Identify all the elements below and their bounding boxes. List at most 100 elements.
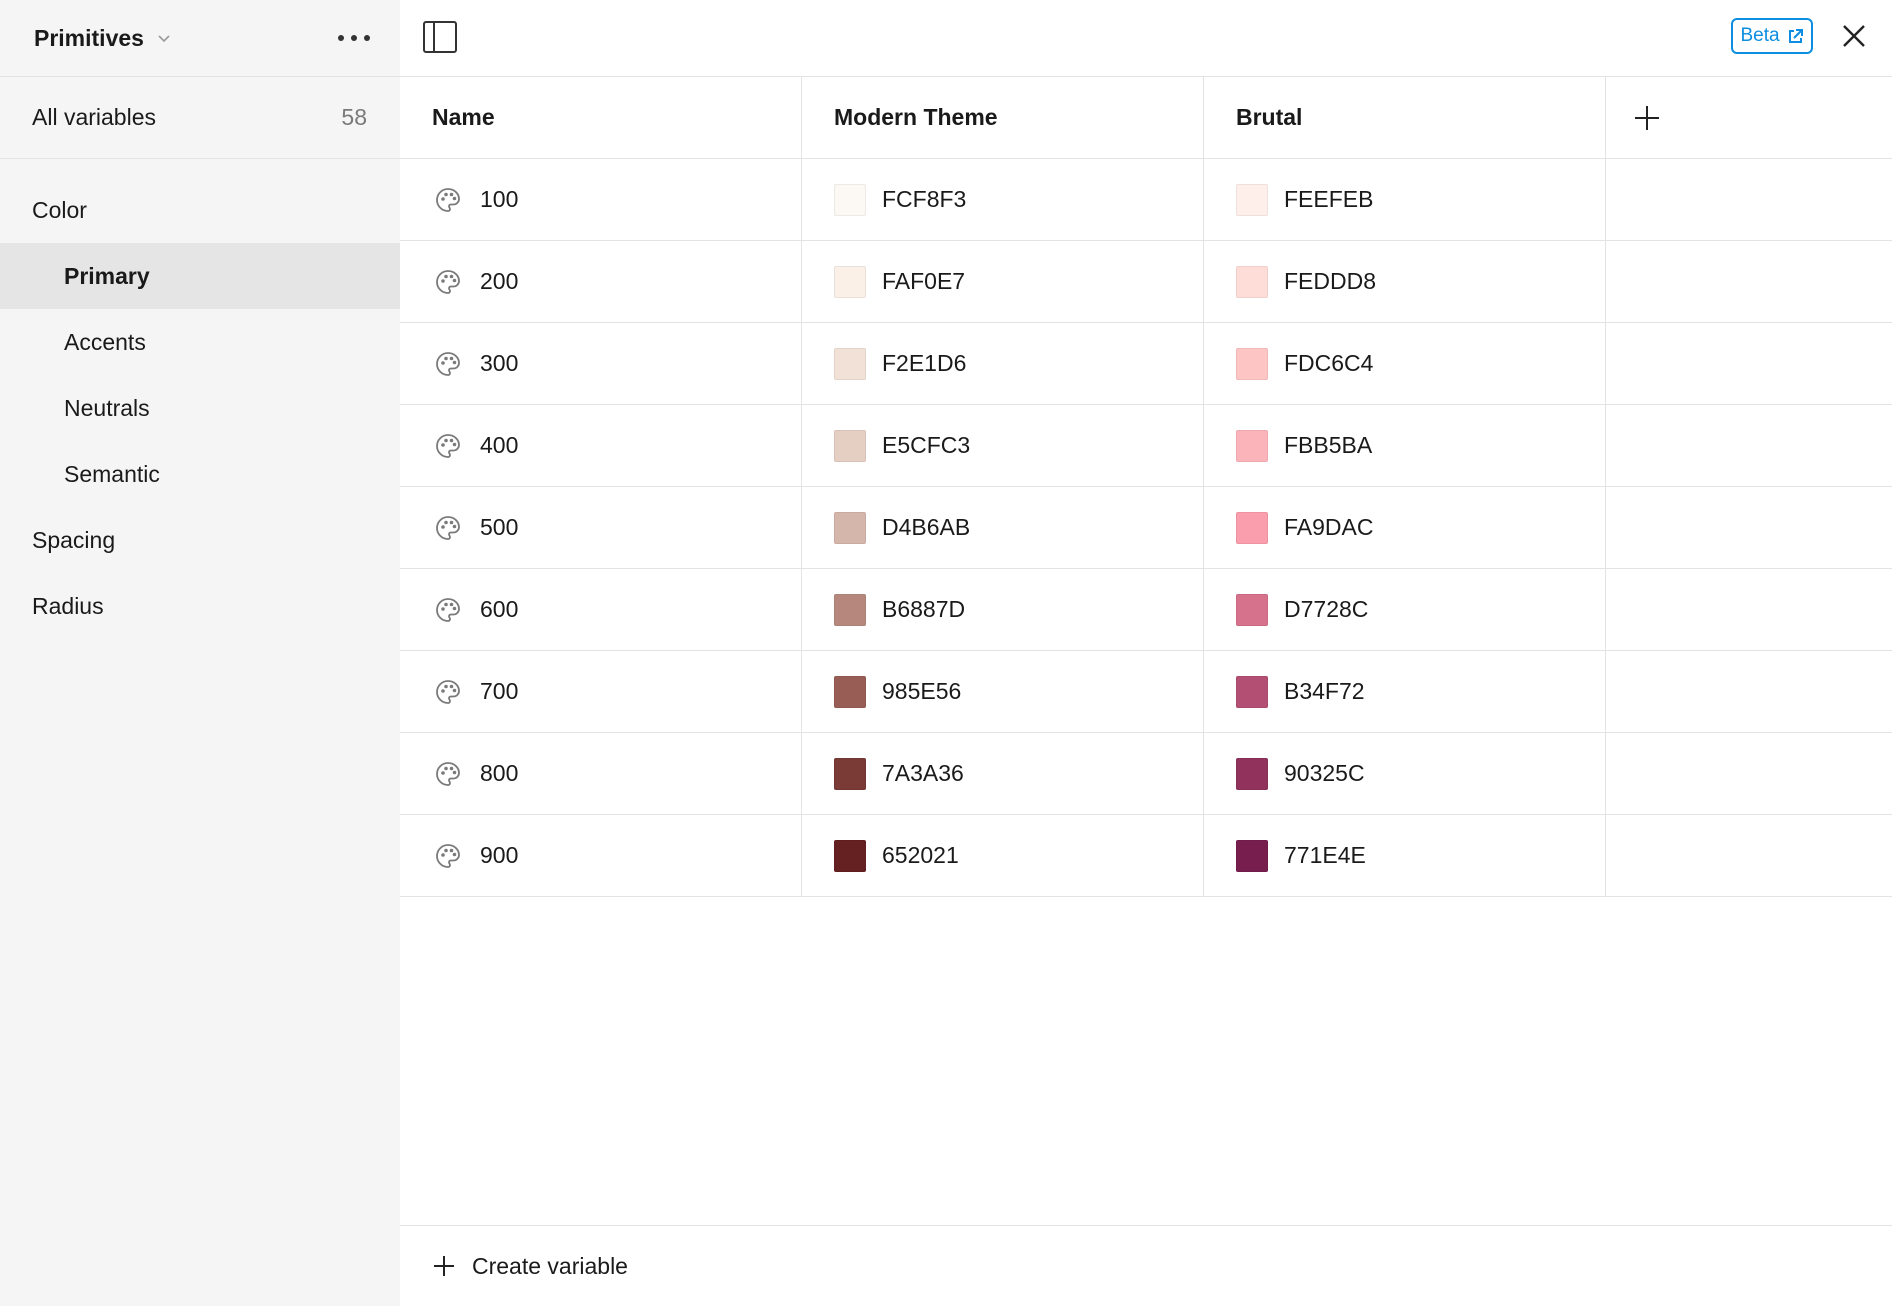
column-header-brutal[interactable]: Brutal <box>1204 77 1606 158</box>
column-header-label: Brutal <box>1236 104 1303 130</box>
cell-empty <box>1606 487 1892 568</box>
cell-modern-theme[interactable]: FAF0E7 <box>802 241 1204 322</box>
cell-brutal[interactable]: 771E4E <box>1204 815 1606 896</box>
color-swatch[interactable] <box>1236 183 1268 216</box>
cell-brutal[interactable]: 90325C <box>1204 733 1606 814</box>
color-swatch[interactable] <box>834 757 866 790</box>
color-swatch[interactable] <box>834 511 866 544</box>
sidebar-toggle-icon[interactable] <box>422 20 458 54</box>
group-item-accents[interactable]: Accents <box>0 309 400 375</box>
cell-empty <box>1606 159 1892 240</box>
cell-brutal[interactable]: D7728C <box>1204 569 1606 650</box>
more-options-button[interactable] <box>336 20 372 56</box>
color-swatch[interactable] <box>1236 757 1268 790</box>
cell-modern-theme[interactable]: 652021 <box>802 815 1204 896</box>
table-row[interactable]: 900 652021 771E4E <box>400 815 1892 897</box>
color-swatch[interactable] <box>834 265 866 298</box>
variables-window: Primitives All variables 58 Color Primar… <box>0 0 1892 1306</box>
color-hex-value: FDC6C4 <box>1284 350 1374 376</box>
all-variables-item[interactable]: All variables 58 <box>0 77 400 159</box>
cell-brutal[interactable]: FEEFEB <box>1204 159 1606 240</box>
cell-name[interactable]: 800 <box>400 733 802 814</box>
cell-name[interactable]: 900 <box>400 815 802 896</box>
group-item-neutrals[interactable]: Neutrals <box>0 375 400 441</box>
table-row[interactable]: 700 985E56 B34F72 <box>400 651 1892 733</box>
table-row[interactable]: 300 F2E1D6 FDC6C4 <box>400 323 1892 405</box>
table-row[interactable]: 600 B6887D D7728C <box>400 569 1892 651</box>
cell-name[interactable]: 400 <box>400 405 802 486</box>
palette-icon <box>436 761 460 786</box>
cell-brutal[interactable]: FBB5BA <box>1204 405 1606 486</box>
color-hex-value: FEEFEB <box>1284 186 1374 212</box>
cell-brutal[interactable]: FEDDD8 <box>1204 241 1606 322</box>
main-panel: Beta Name Modern Theme Brutal 100 FCF8F3… <box>400 0 1892 1306</box>
add-mode-column <box>1606 77 1892 158</box>
beta-badge-link[interactable]: Beta <box>1731 18 1813 54</box>
color-swatch[interactable] <box>1236 839 1268 872</box>
table-row[interactable]: 400 E5CFC3 FBB5BA <box>400 405 1892 487</box>
cell-brutal[interactable]: FDC6C4 <box>1204 323 1606 404</box>
beta-label: Beta <box>1740 25 1780 46</box>
sidebar-header: Primitives <box>0 0 400 77</box>
color-swatch[interactable] <box>1236 265 1268 298</box>
cell-empty <box>1606 405 1892 486</box>
color-hex-value: FAF0E7 <box>882 268 966 294</box>
cell-modern-theme[interactable]: FCF8F3 <box>802 159 1204 240</box>
color-hex-value: F2E1D6 <box>882 350 967 376</box>
color-swatch[interactable] <box>834 839 866 872</box>
color-swatch[interactable] <box>1236 593 1268 626</box>
create-variable-button[interactable]: Create variable <box>400 1225 1892 1306</box>
variable-name: 400 <box>480 432 519 458</box>
color-hex-value: 652021 <box>882 842 959 868</box>
color-swatch[interactable] <box>834 675 866 708</box>
cell-modern-theme[interactable]: 985E56 <box>802 651 1204 732</box>
collection-selector[interactable]: Primitives <box>34 25 172 52</box>
color-swatch[interactable] <box>1236 429 1268 462</box>
cell-name[interactable]: 200 <box>400 241 802 322</box>
color-swatch[interactable] <box>834 183 866 216</box>
color-hex-value: FA9DAC <box>1284 514 1374 540</box>
table-row[interactable]: 800 7A3A36 90325C <box>400 733 1892 815</box>
cell-modern-theme[interactable]: 7A3A36 <box>802 733 1204 814</box>
cell-name[interactable]: 700 <box>400 651 802 732</box>
color-swatch[interactable] <box>1236 347 1268 380</box>
group-item-primary[interactable]: Primary <box>0 243 400 309</box>
group-item-spacing[interactable]: Spacing <box>0 507 400 573</box>
variable-name: 600 <box>480 596 519 622</box>
cell-name[interactable]: 600 <box>400 569 802 650</box>
close-icon[interactable] <box>1836 18 1872 54</box>
group-label: Accents <box>64 328 146 355</box>
plus-icon[interactable] <box>1632 103 1662 133</box>
color-swatch[interactable] <box>834 429 866 462</box>
topbar: Beta <box>400 0 1892 77</box>
group-item-radius[interactable]: Radius <box>0 573 400 639</box>
color-swatch[interactable] <box>834 593 866 626</box>
sidebar: Primitives All variables 58 Color Primar… <box>0 0 400 1306</box>
color-hex-value: 90325C <box>1284 760 1365 786</box>
cell-brutal[interactable]: FA9DAC <box>1204 487 1606 568</box>
color-hex-value: B6887D <box>882 596 966 622</box>
color-swatch[interactable] <box>1236 675 1268 708</box>
group-item-semantic[interactable]: Semantic <box>0 441 400 507</box>
group-label: Color <box>32 196 87 223</box>
all-variables-label: All variables <box>32 104 156 130</box>
group-label: Semantic <box>64 460 160 487</box>
table-row[interactable]: 200 FAF0E7 FEDDD8 <box>400 241 1892 323</box>
table-row[interactable]: 100 FCF8F3 FEEFEB <box>400 159 1892 241</box>
cell-name[interactable]: 500 <box>400 487 802 568</box>
cell-empty <box>1606 323 1892 404</box>
color-hex-value: FCF8F3 <box>882 186 967 212</box>
group-item-color[interactable]: Color <box>0 177 400 243</box>
color-swatch[interactable] <box>834 347 866 380</box>
cell-modern-theme[interactable]: D4B6AB <box>802 487 1204 568</box>
table-row[interactable]: 500 D4B6AB FA9DAC <box>400 487 1892 569</box>
cell-name[interactable]: 300 <box>400 323 802 404</box>
cell-brutal[interactable]: B34F72 <box>1204 651 1606 732</box>
column-header-modern-theme[interactable]: Modern Theme <box>802 77 1204 158</box>
cell-name[interactable]: 100 <box>400 159 802 240</box>
color-hex-value: D4B6AB <box>882 514 971 540</box>
color-swatch[interactable] <box>1236 511 1268 544</box>
cell-modern-theme[interactable]: E5CFC3 <box>802 405 1204 486</box>
cell-modern-theme[interactable]: B6887D <box>802 569 1204 650</box>
cell-modern-theme[interactable]: F2E1D6 <box>802 323 1204 404</box>
